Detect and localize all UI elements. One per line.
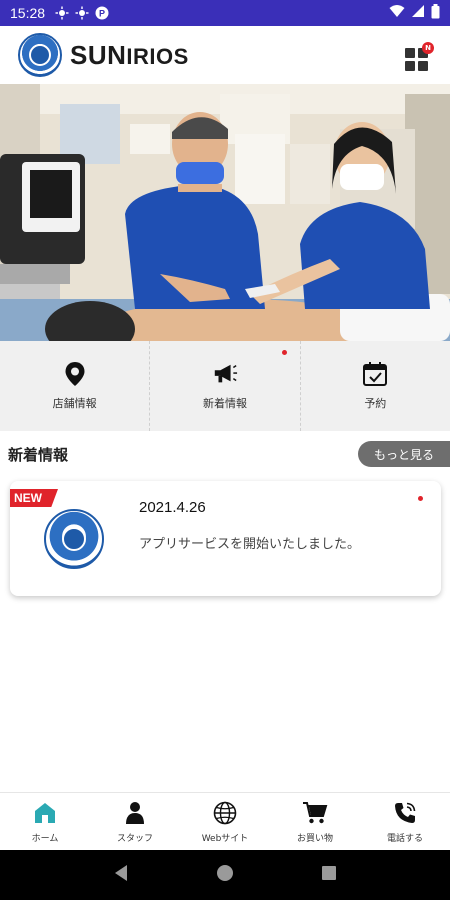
globe-icon xyxy=(212,800,238,826)
news-date: 2021.4.26 xyxy=(139,499,206,516)
menu-grid-button[interactable]: N xyxy=(402,40,434,71)
calendar-check-icon xyxy=(362,361,388,387)
location-pin-icon xyxy=(62,361,88,387)
system-navigation-bar xyxy=(0,850,450,900)
see-more-button[interactable]: もっと見る xyxy=(358,441,450,467)
quick-reservation[interactable]: 予約 xyxy=(299,341,450,431)
phone-icon xyxy=(392,800,418,826)
battery-icon xyxy=(431,3,440,23)
unread-dot xyxy=(418,496,423,501)
quick-news-label: 新着情報 xyxy=(202,397,247,410)
person-icon xyxy=(122,800,148,826)
cart-icon xyxy=(302,800,328,826)
nav-staff-label: スタッフ xyxy=(116,833,153,844)
news-section-title: 新着情報 xyxy=(8,445,69,464)
quick-menu: 店舗情報 新着情報 予約 xyxy=(0,341,450,431)
sun-icon xyxy=(55,6,69,20)
nav-staff[interactable]: スタッフ xyxy=(90,793,180,850)
new-badge: NEW xyxy=(10,489,58,507)
bottom-navigation: ホーム スタッフ Webサイト お買い物 電話する xyxy=(0,792,450,850)
signal-icon xyxy=(411,4,425,22)
hero-image xyxy=(0,84,450,341)
news-section-header: 新着情報 もっと見る xyxy=(0,441,450,467)
quick-store-info-label: 店舗情報 xyxy=(52,397,97,410)
brand-logo-emblem xyxy=(18,33,62,77)
megaphone-icon xyxy=(212,361,238,387)
brand-logo-text: SUNIRIOS xyxy=(70,40,189,71)
news-text: アプリサービスを開始いたしました。 xyxy=(139,537,361,552)
brand-prefix: SUN xyxy=(70,39,127,70)
wifi-icon xyxy=(389,4,405,22)
nav-shopping[interactable]: お買い物 xyxy=(270,793,360,850)
quick-news[interactable]: 新着情報 xyxy=(149,341,299,431)
nav-home[interactable]: ホーム xyxy=(0,793,90,850)
quick-store-info[interactable]: 店舗情報 xyxy=(0,341,149,431)
nav-phone[interactable]: 電話する xyxy=(360,793,450,850)
quick-reservation-label: 予約 xyxy=(364,397,387,410)
home-icon xyxy=(32,800,58,826)
back-icon[interactable] xyxy=(113,864,129,886)
status-right-icons xyxy=(389,3,440,23)
status-bar: 15:28 P xyxy=(0,0,450,26)
svg-text:P: P xyxy=(99,9,105,19)
news-thumbnail-logo xyxy=(44,509,104,569)
news-card[interactable]: NEW 2021.4.26 アプリサービスを開始いたしました。 xyxy=(10,481,441,596)
nav-phone-label: 電話する xyxy=(386,833,423,844)
unread-dot xyxy=(281,350,287,355)
nav-shopping-label: お買い物 xyxy=(296,833,333,844)
recents-square-icon[interactable] xyxy=(321,865,337,885)
brand-suffix: IRIOS xyxy=(126,43,189,69)
nav-website-label: Webサイト xyxy=(201,833,249,844)
home-circle-icon[interactable] xyxy=(216,864,234,886)
status-time: 15:28 xyxy=(10,5,46,21)
app-header: SUNIRIOS N xyxy=(0,26,450,84)
sun-icon xyxy=(75,6,89,20)
nav-home-label: ホーム xyxy=(31,833,59,844)
p-icon: P xyxy=(95,6,109,20)
notification-badge: N xyxy=(422,42,434,54)
nav-website[interactable]: Webサイト xyxy=(180,793,270,850)
